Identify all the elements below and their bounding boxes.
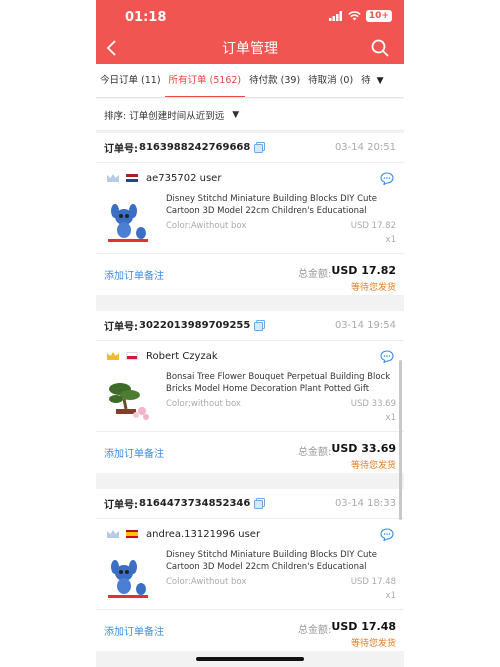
page-title: 订单管理 <box>222 41 278 57</box>
order-number: 8163988242769668 <box>139 142 251 153</box>
order-item[interactable]: Disney Stitchd Miniature Building Blocks… <box>96 549 404 609</box>
buyer-level-crown-icon <box>107 530 119 538</box>
order-footer: 添加订单备注 总金额: USD 17.82 等待您发货 <box>96 253 404 295</box>
wifi-icon <box>348 11 361 21</box>
tab-pending-payment[interactable]: 待付款 (39) <box>245 64 304 97</box>
chat-icon[interactable] <box>380 171 394 185</box>
buyer-row: andrea.13121996 user <box>96 519 404 549</box>
sort-label: 排序: 订单创建时间从近到远 <box>104 110 225 122</box>
tab-pending-cancel[interactable]: 待取消 (0) <box>304 64 357 97</box>
chat-icon[interactable] <box>380 527 394 541</box>
status-time: 01:18 <box>125 10 167 25</box>
netherlands-flag-icon <box>126 174 138 182</box>
order-time: 03-14 20:51 <box>334 142 396 153</box>
app-header: 01:18 10+ 订单管理 <box>96 0 404 64</box>
order-time: 03-14 19:54 <box>334 320 396 331</box>
buyer-name: Robert Czyzak <box>146 350 218 362</box>
sort-bar[interactable]: 排序: 订单创建时间从近到远 ▼ <box>96 99 404 131</box>
copy-icon[interactable] <box>254 142 266 153</box>
buyer-row: Robert Czyzak <box>96 341 404 371</box>
order-footer: 添加订单备注 总金额: USD 17.48 等待您发货 <box>96 609 404 651</box>
search-icon[interactable] <box>370 38 390 58</box>
order-item[interactable]: Disney Stitchd Miniature Building Blocks… <box>96 193 404 253</box>
status-icons: 10+ <box>328 10 392 22</box>
buyer-name: ae735702 user <box>146 172 222 184</box>
total-label: 总金额: <box>298 625 332 636</box>
order-card: 订单号: 8163988242769668 03-14 20:51 ae7357… <box>96 133 404 295</box>
add-order-note-link[interactable]: 添加订单备注 <box>104 445 164 460</box>
product-quantity: x1 <box>385 591 396 601</box>
product-price: USD 17.82 <box>350 221 396 231</box>
product-price: USD 33.69 <box>350 399 396 409</box>
home-indicator[interactable] <box>196 657 304 661</box>
signal-icon <box>328 11 342 21</box>
product-variant: Color:Awithout box <box>166 221 247 231</box>
sort-dropdown-icon: ▼ <box>232 109 240 120</box>
order-number-label: 订单号: <box>104 500 138 511</box>
order-card: 订单号: 8164473734852346 03-14 18:33 andrea… <box>96 489 404 651</box>
tab-all-orders[interactable]: 所有订单 (5162) <box>164 64 246 97</box>
order-time: 03-14 18:33 <box>334 498 396 509</box>
scrollbar[interactable] <box>399 360 402 520</box>
product-variant: Color:Awithout box <box>166 577 247 587</box>
product-quantity: x1 <box>385 413 396 423</box>
order-item[interactable]: Bonsai Tree Flower Bouquet Perpetual Bui… <box>96 371 404 431</box>
buyer-row: ae735702 user <box>96 163 404 193</box>
add-order-note-link[interactable]: 添加订单备注 <box>104 267 164 282</box>
product-title: Disney Stitchd Miniature Building Blocks… <box>166 194 378 216</box>
order-number-label: 订单号: <box>104 144 138 155</box>
poland-flag-icon <box>126 352 138 360</box>
order-total: USD 33.69 <box>331 442 396 455</box>
order-tabs: 今日订单 (11) 所有订单 (5162) 待付款 (39) 待取消 (0) 待… <box>96 64 404 98</box>
tab-more[interactable]: 待 <box>357 64 375 97</box>
product-title: Bonsai Tree Flower Bouquet Perpetual Bui… <box>166 372 391 394</box>
order-number-label: 订单号: <box>104 322 138 333</box>
chat-icon[interactable] <box>380 349 394 363</box>
order-total: USD 17.48 <box>331 620 396 633</box>
product-thumbnail-stitch <box>104 197 152 245</box>
product-title: Disney Stitchd Miniature Building Blocks… <box>166 550 378 572</box>
order-status: 等待您发货 <box>350 639 396 649</box>
product-variant: Color:without box <box>166 399 241 409</box>
buyer-level-crown-icon <box>107 352 119 360</box>
spain-flag-icon <box>126 530 138 538</box>
total-label: 总金额: <box>298 269 332 280</box>
total-label: 总金额: <box>298 447 332 458</box>
tab-today[interactable]: 今日订单 (11) <box>96 64 165 97</box>
product-price: USD 17.48 <box>350 577 396 587</box>
order-status: 等待您发货 <box>350 283 396 293</box>
product-thumbnail-bonsai <box>104 375 152 423</box>
order-status: 等待您发货 <box>350 461 396 471</box>
battery-indicator: 10+ <box>365 10 392 22</box>
buyer-level-crown-icon <box>107 174 119 182</box>
order-header: 订单号: 8164473734852346 03-14 18:33 <box>96 489 404 519</box>
copy-icon[interactable] <box>254 498 266 509</box>
add-order-note-link[interactable]: 添加订单备注 <box>104 623 164 638</box>
app-screen: 01:18 10+ 订单管理 今日订单 (11) 所有订单 (5162) 待付款… <box>96 0 404 667</box>
product-quantity: x1 <box>385 235 396 245</box>
order-footer: 添加订单备注 总金额: USD 33.69 等待您发货 <box>96 431 404 473</box>
order-total: USD 17.82 <box>331 264 396 277</box>
buyer-name: andrea.13121996 user <box>146 528 261 540</box>
order-header: 订单号: 8163988242769668 03-14 20:51 <box>96 133 404 163</box>
order-header: 订单号: 3022013989709255 03-14 19:54 <box>96 311 404 341</box>
copy-icon[interactable] <box>254 320 266 331</box>
order-number: 8164473734852346 <box>139 498 251 509</box>
product-thumbnail-stitch <box>104 553 152 601</box>
order-card: 订单号: 3022013989709255 03-14 19:54 Robert… <box>96 311 404 473</box>
order-number: 3022013989709255 <box>139 320 251 331</box>
tabs-dropdown-icon[interactable]: ▼ <box>375 76 384 86</box>
